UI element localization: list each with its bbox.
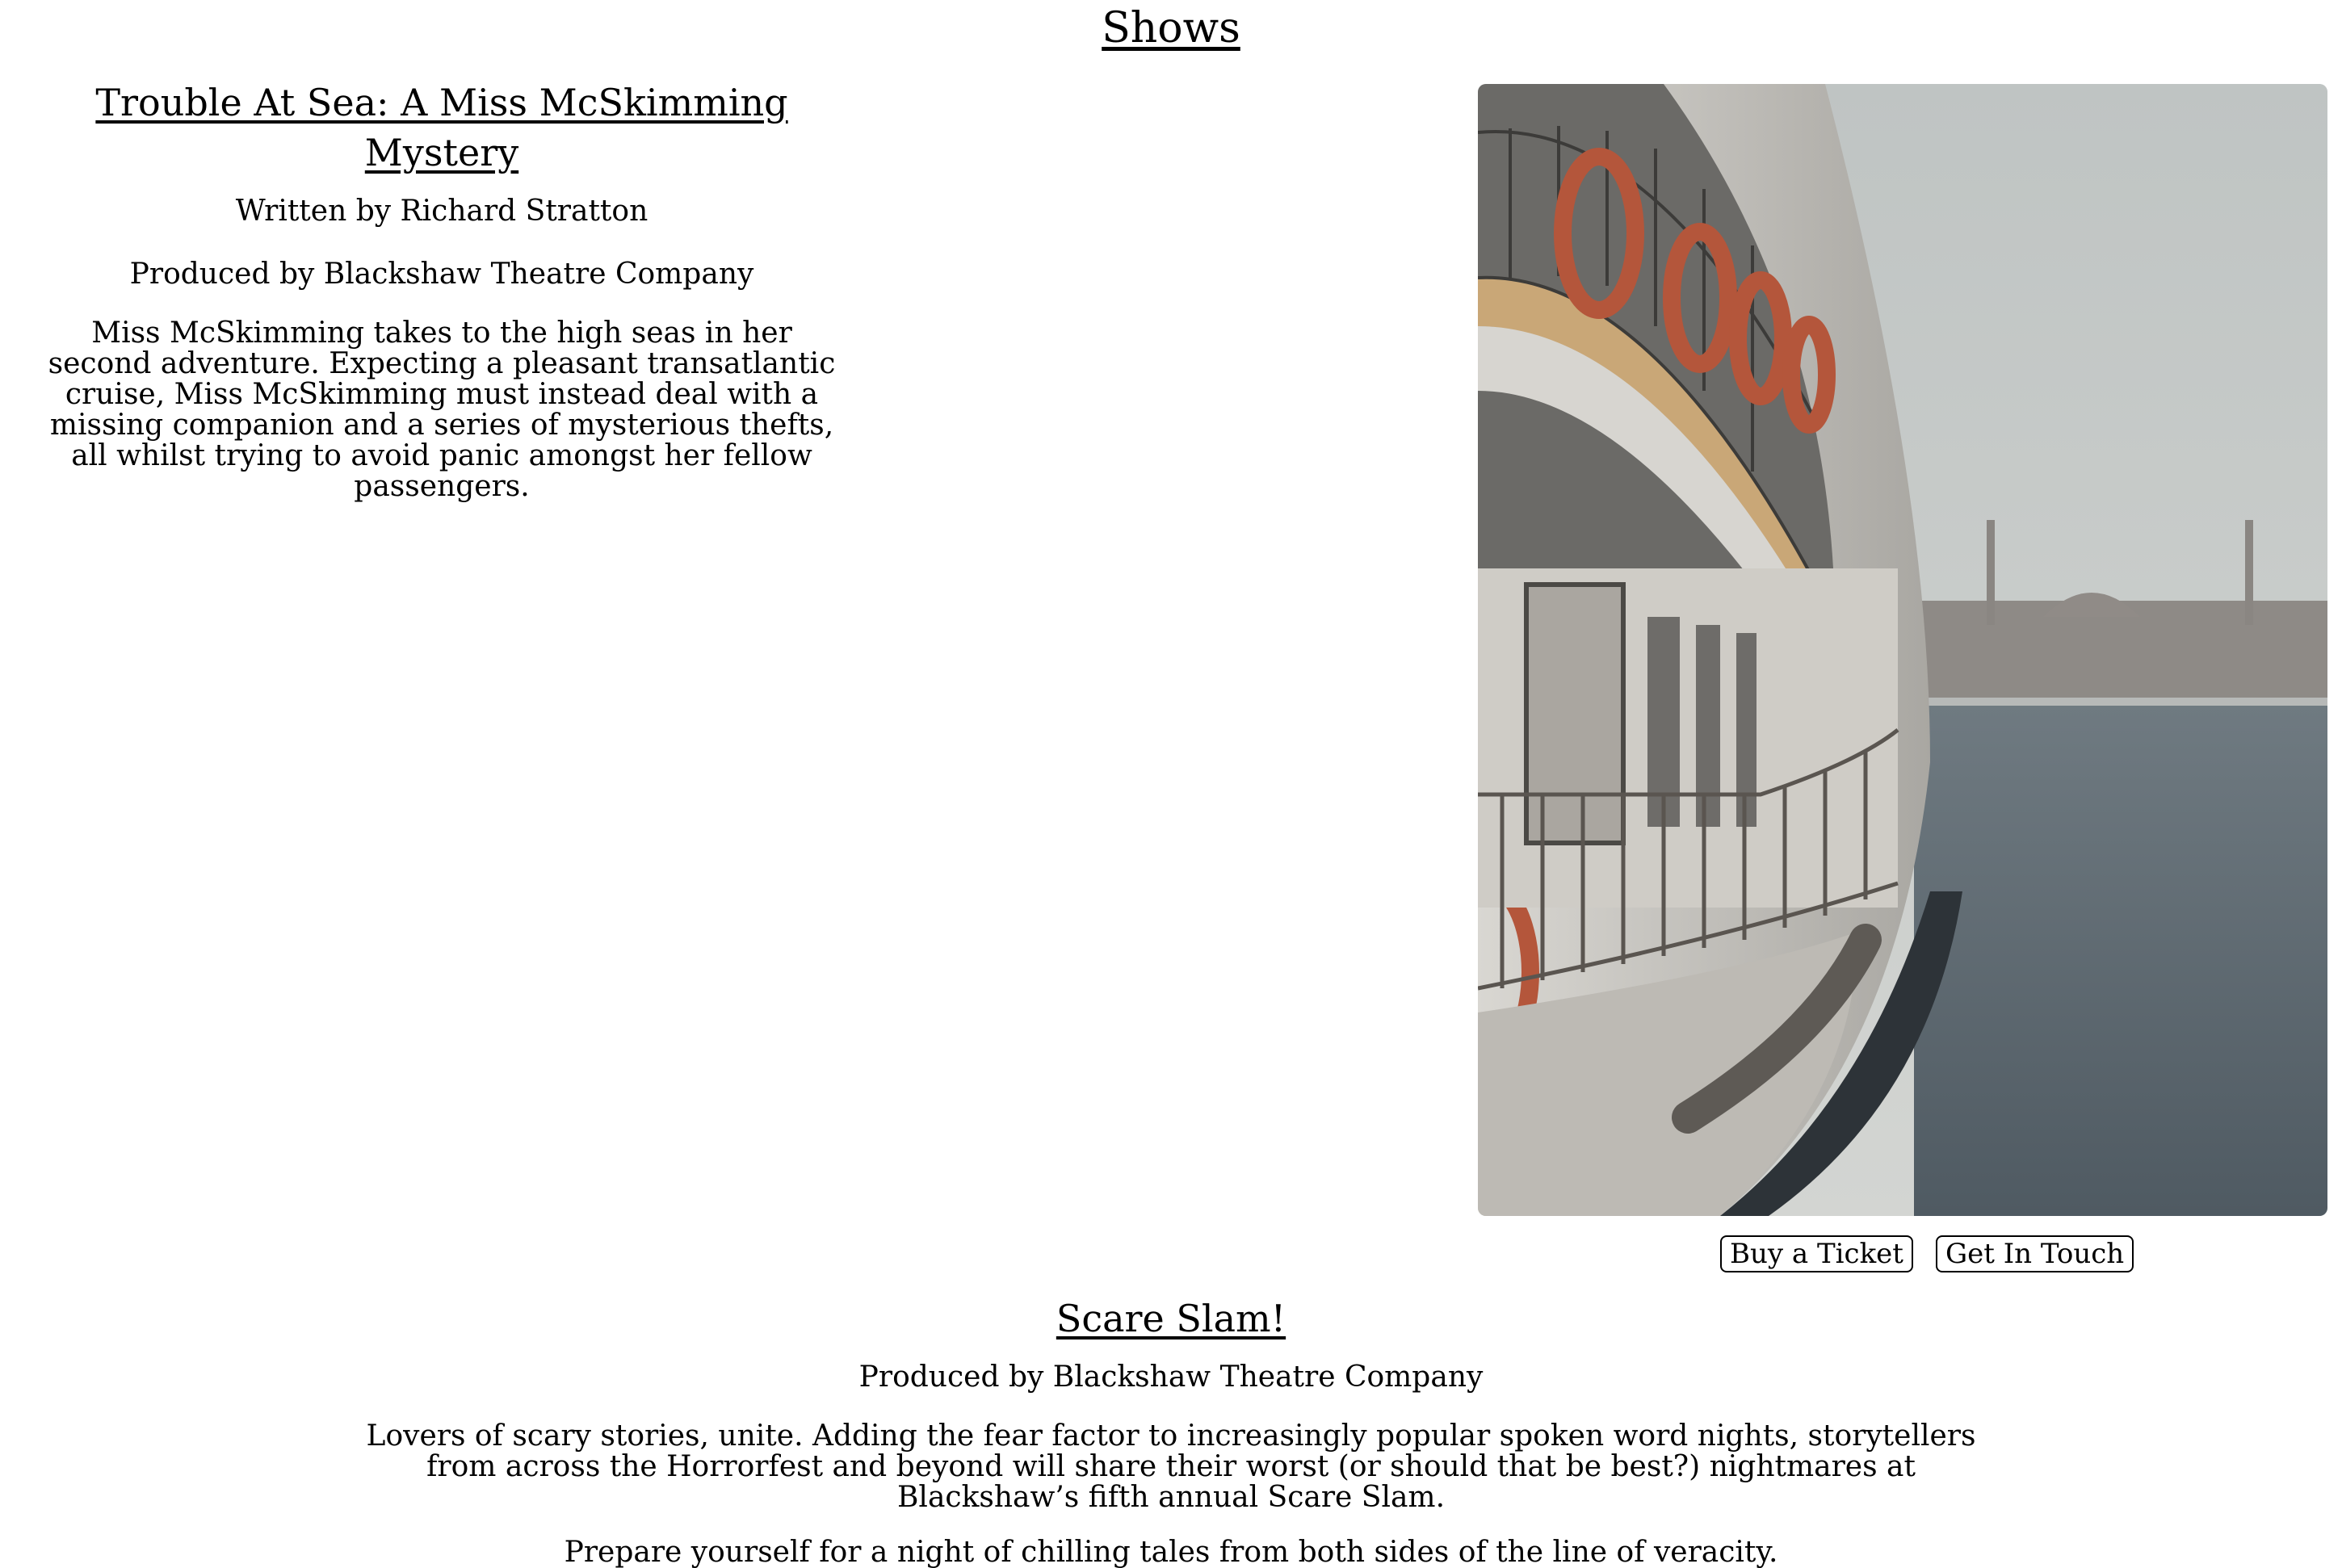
show-actions: Buy a Ticket Get In Touch [1720, 1235, 2134, 1272]
get-in-touch-button[interactable]: Get In Touch [1935, 1235, 2134, 1272]
show-title: Scare Slam! [1056, 1297, 1286, 1340]
show-title: Trouble At Sea: A Miss McSkimming Myster… [95, 81, 788, 174]
show-writer: Written by Richard Stratton [235, 195, 648, 228]
show-producer: Produced by Blackshaw Theatre Company [858, 1360, 1484, 1394]
show-producer: Produced by Blackshaw Theatre Company [129, 258, 754, 291]
show-description: Miss McSkimming takes to the high seas i… [48, 317, 836, 503]
ferry-photo [1478, 84, 2327, 1216]
show-tagline: Prepare yourself for a night of chilling… [564, 1536, 1778, 1568]
show-trouble-at-sea: Trouble At Sea: A Miss McSkimming Myster… [42, 78, 842, 502]
show-scare-slam: Scare Slam! Produced by Blackshaw Theatr… [0, 1293, 2342, 1568]
page-title: Shows [1102, 4, 1240, 52]
show-description: Lovers of scary stories, unite. Adding t… [366, 1419, 1976, 1514]
buy-ticket-button[interactable]: Buy a Ticket [1720, 1235, 1913, 1272]
